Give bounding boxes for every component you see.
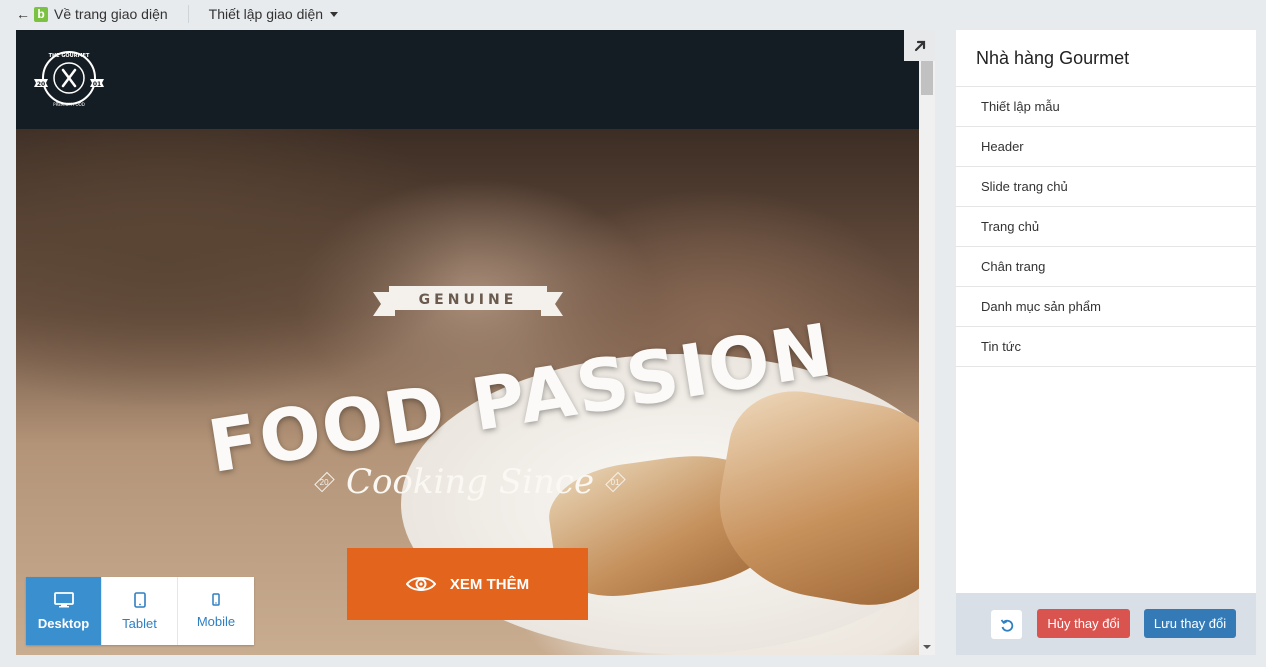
- device-switcher: Desktop Tablet Mobile: [26, 577, 254, 645]
- menu-item-product-categories[interactable]: Danh mục sản phẩm: [956, 287, 1256, 327]
- expand-preview-button[interactable]: [904, 30, 935, 61]
- save-changes-button[interactable]: Lưu thay đổi: [1144, 609, 1236, 638]
- menu-item-footer[interactable]: Chân trang: [956, 247, 1256, 287]
- site-preview-frame: 20 01 THE GOURMET PREMIUM FOOD GENUINE F…: [16, 30, 935, 655]
- brand-logo-icon: b: [34, 6, 48, 22]
- expand-arrow-icon: [914, 40, 925, 51]
- caret-down-icon: [330, 11, 339, 17]
- view-more-label: XEM THÊM: [449, 575, 530, 593]
- panel-footer: Hủy thay đổi Lưu thay đổi: [956, 593, 1256, 655]
- undo-button[interactable]: [991, 610, 1022, 639]
- arrow-left-icon: ←: [16, 6, 30, 22]
- logo-right-number: 01: [93, 81, 101, 88]
- device-mobile-button[interactable]: Mobile: [178, 577, 254, 645]
- subtitle-right-number: 01: [611, 477, 620, 487]
- scroll-down-arrow-icon[interactable]: [923, 645, 931, 649]
- diamond-icon: 20: [314, 471, 335, 493]
- top-bar: ← b Về trang giao diện Thiết lập giao di…: [0, 0, 1266, 28]
- mobile-icon: [212, 593, 220, 606]
- subtitle-script: Cooking Since: [345, 462, 595, 502]
- preview-scrollbar[interactable]: [919, 30, 935, 655]
- cancel-changes-button[interactable]: Hủy thay đổi: [1037, 609, 1130, 638]
- gourmet-logo[interactable]: 20 01 THE GOURMET PREMIUM FOOD: [30, 46, 108, 110]
- tablet-icon: [133, 591, 146, 608]
- logo-bottom-text: PREMIUM FOOD: [53, 102, 85, 107]
- desktop-icon: [53, 591, 74, 607]
- device-mobile-label: Mobile: [196, 614, 236, 629]
- menu-item-header[interactable]: Header: [956, 127, 1256, 167]
- theme-settings-dropdown[interactable]: Thiết lập giao diện: [208, 6, 339, 22]
- back-label: Về trang giao diện: [54, 6, 168, 22]
- panel-title: Nhà hàng Gourmet: [956, 30, 1256, 87]
- device-tablet-label: Tablet: [122, 615, 157, 631]
- device-desktop-button[interactable]: Desktop: [26, 577, 102, 645]
- customizer-panel: Nhà hàng Gourmet Thiết lập mẫu Header Sl…: [956, 30, 1256, 655]
- menu-item-news[interactable]: Tin tức: [956, 327, 1256, 367]
- device-desktop-label: Desktop: [37, 615, 90, 631]
- device-tablet-button[interactable]: Tablet: [102, 577, 178, 645]
- view-more-button[interactable]: XEM THÊM: [347, 548, 588, 620]
- hero-subtitle: 20 Cooking Since 01: [314, 462, 626, 502]
- scrollbar-thumb[interactable]: [921, 61, 933, 95]
- menu-item-template-settings[interactable]: Thiết lập mẫu: [956, 87, 1256, 127]
- divider: [187, 5, 189, 23]
- theme-settings-label: Thiết lập giao diện: [208, 6, 324, 22]
- back-to-themes-link[interactable]: ← b Về trang giao diện: [16, 6, 168, 22]
- site-header: 20 01 THE GOURMET PREMIUM FOOD: [16, 30, 919, 129]
- logo-left-number: 20: [37, 81, 45, 88]
- subtitle-left-number: 20: [320, 477, 329, 487]
- badge-text: GENUINE: [419, 292, 518, 308]
- undo-icon: [1000, 618, 1013, 632]
- logo-top-text: THE GOURMET: [49, 53, 90, 59]
- eye-icon: [405, 577, 436, 591]
- menu-item-homepage[interactable]: Trang chủ: [956, 207, 1256, 247]
- genuine-ribbon: GENUINE: [373, 286, 563, 316]
- menu-item-home-slide[interactable]: Slide trang chủ: [956, 167, 1256, 207]
